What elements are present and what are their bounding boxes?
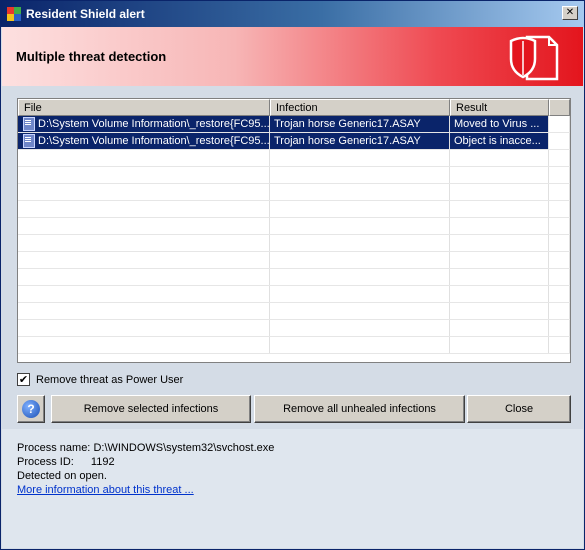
process-id-value: 1192 bbox=[90, 456, 115, 468]
empty-row bbox=[18, 235, 570, 252]
empty-row bbox=[18, 150, 570, 167]
empty-row bbox=[18, 303, 570, 320]
list-header: File Infection Result bbox=[18, 99, 570, 116]
empty-row bbox=[18, 320, 570, 337]
power-user-checkbox[interactable]: ✔ bbox=[17, 373, 30, 386]
shield-document-icon bbox=[509, 35, 559, 81]
column-header-filler bbox=[549, 99, 570, 116]
file-icon bbox=[22, 117, 35, 131]
process-id-line: Process ID: 1192 bbox=[17, 455, 274, 469]
empty-rows bbox=[18, 150, 570, 354]
empty-row bbox=[18, 167, 570, 184]
infection-cell: Trojan horse Generic17.ASAY bbox=[270, 116, 450, 132]
help-icon: ? bbox=[22, 400, 40, 418]
remove-selected-button[interactable]: Remove selected infections bbox=[51, 395, 251, 423]
empty-row bbox=[18, 184, 570, 201]
empty-row bbox=[18, 201, 570, 218]
remove-unhealed-button[interactable]: Remove all unhealed infections bbox=[254, 395, 465, 423]
window-title: Resident Shield alert bbox=[26, 7, 145, 21]
threat-details: Process name: D:\WINDOWS\system32\svchos… bbox=[17, 441, 274, 497]
power-user-option[interactable]: ✔ Remove threat as Power User bbox=[17, 373, 183, 386]
process-name-value: D:\WINDOWS\system32\svchost.exe bbox=[93, 442, 275, 454]
empty-row bbox=[18, 286, 570, 303]
avg-logo-icon bbox=[7, 7, 21, 21]
title-bar[interactable]: Resident Shield alert ✕ bbox=[1, 1, 584, 27]
empty-row bbox=[18, 269, 570, 286]
result-cell: Moved to Virus ... bbox=[450, 116, 549, 132]
column-header-result[interactable]: Result bbox=[450, 99, 549, 116]
infection-cell: Trojan horse Generic17.ASAY bbox=[270, 133, 450, 149]
table-row[interactable]: D:\System Volume Information\_restore{FC… bbox=[18, 133, 570, 150]
detected-text: Detected on open. bbox=[17, 470, 107, 482]
file-cell: D:\System Volume Information\_restore{FC… bbox=[18, 133, 270, 149]
process-name-label: Process name: bbox=[17, 442, 91, 454]
file-path: D:\System Volume Information\_restore{FC… bbox=[38, 118, 270, 130]
help-button[interactable]: ? bbox=[17, 395, 45, 423]
power-user-label[interactable]: Remove threat as Power User bbox=[36, 374, 183, 386]
file-path: D:\System Volume Information\_restore{FC… bbox=[38, 135, 270, 147]
alert-banner: Multiple threat detection bbox=[2, 27, 583, 86]
file-cell: D:\System Volume Information\_restore{FC… bbox=[18, 116, 270, 132]
more-info-link[interactable]: More information about this threat ... bbox=[17, 484, 194, 496]
process-name-line: Process name: D:\WINDOWS\system32\svchos… bbox=[17, 441, 274, 455]
file-icon bbox=[22, 134, 35, 148]
result-cell: Object is inacce... bbox=[450, 133, 549, 149]
table-row[interactable]: D:\System Volume Information\_restore{FC… bbox=[18, 116, 570, 133]
empty-row bbox=[18, 252, 570, 269]
close-button[interactable]: Close bbox=[467, 395, 571, 423]
banner-title: Multiple threat detection bbox=[16, 49, 167, 64]
threat-list[interactable]: File Infection Result D:\System Volume I… bbox=[17, 98, 571, 363]
empty-row bbox=[18, 218, 570, 235]
resident-shield-alert-window: Resident Shield alert ✕ Multiple threat … bbox=[0, 0, 585, 550]
close-window-button[interactable]: ✕ bbox=[562, 6, 578, 20]
process-id-label: Process ID: bbox=[17, 456, 74, 468]
empty-row bbox=[18, 337, 570, 354]
column-header-file[interactable]: File bbox=[18, 99, 270, 116]
column-header-infection[interactable]: Infection bbox=[270, 99, 450, 116]
